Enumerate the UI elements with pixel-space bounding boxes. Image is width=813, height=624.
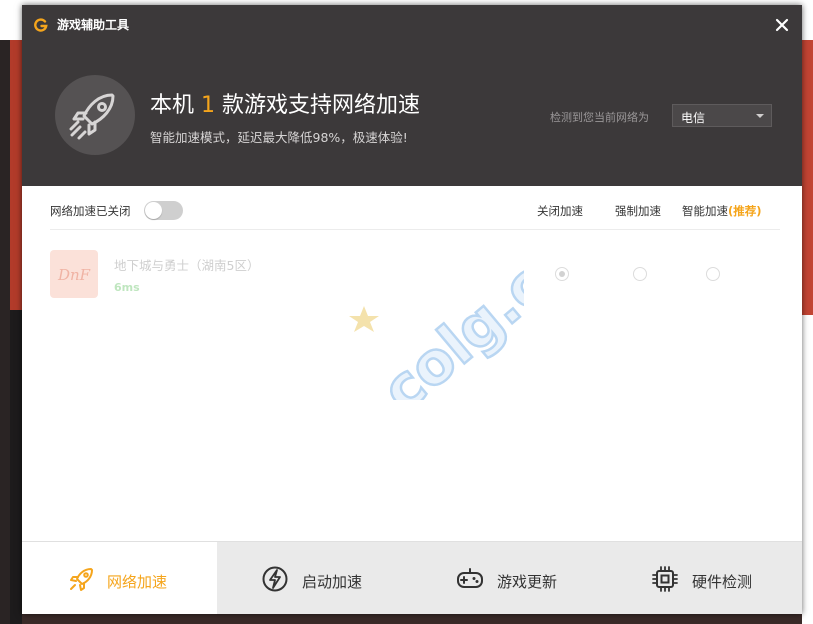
rocket-badge <box>55 75 135 155</box>
headline-prefix: 本机 <box>150 93 201 118</box>
radio-smart-acceleration[interactable] <box>706 267 720 281</box>
chip-icon <box>652 566 678 592</box>
nav-label: 启动加速 <box>302 573 363 591</box>
acceleration-status-label: 网络加速已关闭 <box>50 204 131 218</box>
close-icon[interactable] <box>772 15 792 35</box>
svg-text:DnF: DnF <box>57 266 91 284</box>
isp-select-value: 电信 <box>681 111 706 125</box>
column-smart-acceleration: 智能加速(推荐) <box>682 203 762 219</box>
dialog-header: 游戏辅助工具 本机 1 款游戏支持网络加速 智能加速模式，延迟最大降低98%，极… <box>22 5 802 186</box>
background-app-right-banner <box>802 40 813 315</box>
acceleration-toggle[interactable] <box>144 201 183 220</box>
headline: 本机 1 款游戏支持网络加速 <box>150 87 420 119</box>
radio-force-acceleration[interactable] <box>633 267 647 281</box>
background-app-left-banner <box>10 40 22 310</box>
nav-launch-acceleration[interactable]: 启动加速 <box>217 542 412 614</box>
gamepad-icon <box>457 568 483 588</box>
column-force-acceleration: 强制加速 <box>615 204 661 218</box>
nav-label: 网络加速 <box>107 573 168 591</box>
lightning-icon <box>262 566 288 592</box>
background-app-right <box>802 315 813 624</box>
network-detected-label: 检测到您当前网络为 <box>550 111 649 124</box>
column-off-acceleration: 关闭加速 <box>537 204 583 218</box>
game-ping: 6ms <box>114 281 140 294</box>
colg-watermark: colg.cn <box>349 230 524 400</box>
rocket-icon <box>70 568 93 591</box>
nav-label: 硬件检测 <box>692 573 753 591</box>
supported-game-count: 1 <box>201 93 215 118</box>
game-name: 地下城与勇士（湖南5区） <box>114 258 260 273</box>
nav-game-update[interactable]: 游戏更新 <box>412 542 607 614</box>
radio-off-acceleration[interactable] <box>555 267 569 281</box>
background-app-left <box>0 40 10 624</box>
chevron-down-icon <box>756 114 764 118</box>
headline-suffix: 款游戏支持网络加速 <box>215 93 420 118</box>
dnf-game-icon: DnF <box>50 250 98 298</box>
window-title: 游戏辅助工具 <box>57 18 130 32</box>
smart-acceleration-label: 智能加速 <box>682 204 728 218</box>
nav-label: 游戏更新 <box>497 573 558 591</box>
headline-subtitle: 智能加速模式，延迟最大降低98%，极速体验! <box>150 130 408 145</box>
nav-network-acceleration[interactable]: 网络加速 <box>22 542 217 614</box>
game-assistant-dialog: 游戏辅助工具 本机 1 款游戏支持网络加速 智能加速模式，延迟最大降低98%，极… <box>22 5 802 614</box>
svg-text:colg.cn: colg.cn <box>369 230 524 400</box>
recommended-tag: (推荐) <box>728 204 762 218</box>
rocket-icon <box>69 93 115 140</box>
isp-select[interactable]: 电信 <box>672 104 772 127</box>
nav-hardware-check[interactable]: 硬件检测 <box>607 542 802 614</box>
bottom-navigation: 网络加速 启动加速 游戏更新 硬件检测 <box>22 541 802 614</box>
toggle-knob <box>145 202 162 219</box>
g-logo-icon <box>34 18 48 32</box>
